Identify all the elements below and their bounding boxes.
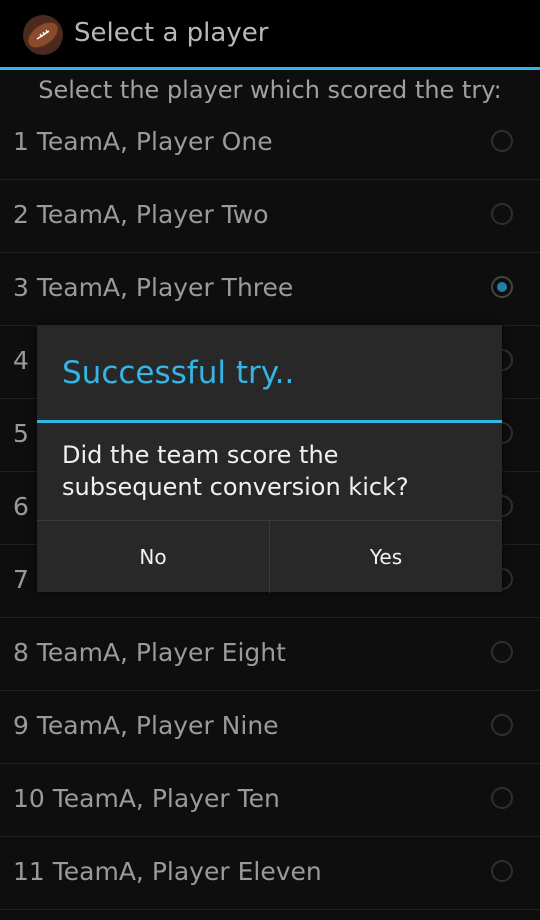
- instruction-text: Select the player which scored the try:: [38, 76, 502, 104]
- player-label: 11 TeamA, Player Eleven: [13, 857, 322, 886]
- player-radio-button[interactable]: [491, 276, 513, 298]
- yes-button[interactable]: Yes: [269, 521, 502, 593]
- player-row[interactable]: 10 TeamA, Player Ten: [0, 764, 540, 837]
- player-row[interactable]: 3 TeamA, Player Three: [0, 253, 540, 326]
- player-radio-button[interactable]: [491, 641, 513, 663]
- player-label: 3 TeamA, Player Three: [13, 273, 294, 302]
- dialog-message: Did the team score the subsequent conver…: [62, 441, 409, 501]
- player-label: 8 TeamA, Player Eight: [13, 638, 286, 667]
- dialog-title: Successful try..: [62, 355, 295, 391]
- player-label: 7: [13, 565, 29, 594]
- player-radio-button[interactable]: [491, 860, 513, 882]
- action-bar-title: Select a player: [74, 18, 269, 48]
- player-radio-button[interactable]: [491, 787, 513, 809]
- player-radio-button[interactable]: [491, 203, 513, 225]
- player-label: 2 TeamA, Player Two: [13, 200, 269, 229]
- player-label: 4: [13, 346, 29, 375]
- no-button[interactable]: No: [37, 521, 269, 593]
- player-label: 9 TeamA, Player Nine: [13, 711, 279, 740]
- football-icon[interactable]: [22, 14, 64, 56]
- player-radio-button[interactable]: [491, 130, 513, 152]
- dialog-button-bar: No Yes: [37, 520, 502, 593]
- player-label: 10 TeamA, Player Ten: [13, 784, 280, 813]
- player-row[interactable]: 9 TeamA, Player Nine: [0, 691, 540, 764]
- action-bar: Select a player: [0, 0, 540, 70]
- player-label: 1 TeamA, Player One: [13, 127, 273, 156]
- player-row[interactable]: 2 TeamA, Player Two: [0, 180, 540, 253]
- player-radio-button[interactable]: [491, 714, 513, 736]
- player-row[interactable]: 1 TeamA, Player One: [0, 107, 540, 180]
- player-label: 5: [13, 419, 29, 448]
- player-row[interactable]: 11 TeamA, Player Eleven: [0, 837, 540, 910]
- player-label: 6: [13, 492, 29, 521]
- player-row[interactable]: 8 TeamA, Player Eight: [0, 618, 540, 691]
- conversion-dialog: Successful try.. Did the team score the …: [37, 325, 502, 593]
- dialog-title-divider: [37, 420, 502, 423]
